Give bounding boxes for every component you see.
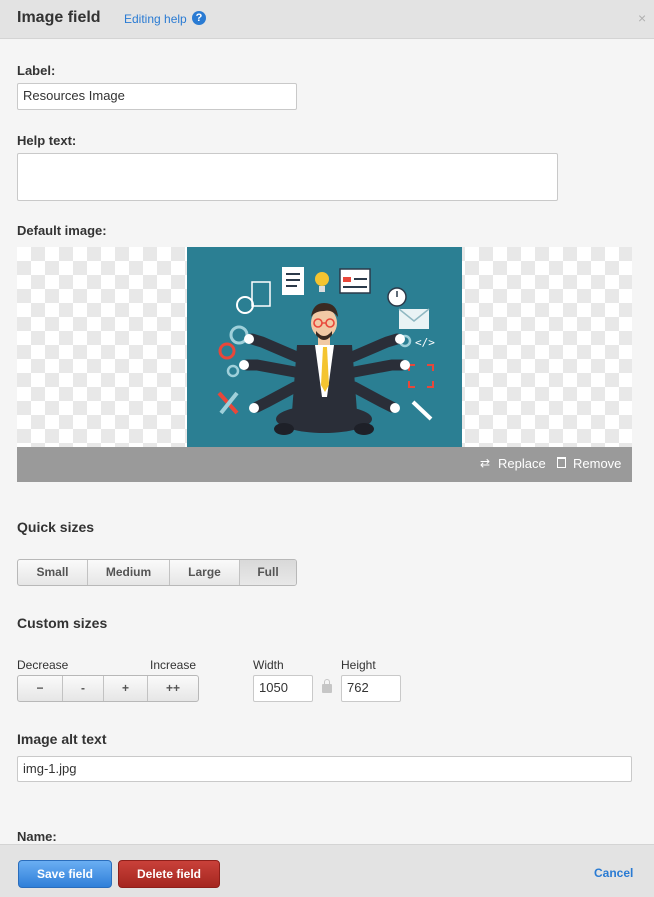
quick-size-small[interactable]: Small bbox=[18, 560, 88, 585]
editing-help-link[interactable]: Editing help bbox=[124, 12, 187, 26]
close-icon[interactable]: × bbox=[638, 10, 646, 26]
help-icon[interactable]: ? bbox=[192, 11, 206, 25]
quick-size-medium[interactable]: Medium bbox=[88, 560, 170, 585]
dialog-title: Image field bbox=[17, 9, 101, 26]
custom-sizes-heading: Custom sizes bbox=[17, 615, 108, 631]
remove-button[interactable]: Remove bbox=[573, 456, 621, 471]
delete-field-button[interactable]: Delete field bbox=[118, 860, 220, 888]
increase-label: Increase bbox=[150, 658, 197, 672]
label-input[interactable]: Resources Image bbox=[17, 83, 297, 110]
trash-icon bbox=[557, 457, 566, 468]
resize-buttons-group: − - + ++ bbox=[17, 675, 199, 702]
increase-small-button[interactable]: + bbox=[104, 676, 148, 701]
help-text-textarea[interactable] bbox=[17, 153, 558, 201]
decrease-label: Decrease bbox=[17, 658, 69, 672]
default-image-preview: </> bbox=[17, 247, 632, 447]
quick-sizes-heading: Quick sizes bbox=[17, 519, 95, 535]
quick-size-full[interactable]: Full bbox=[240, 560, 296, 585]
svg-text:</>: </> bbox=[415, 336, 435, 349]
name-heading: Name: bbox=[17, 829, 57, 844]
default-image-heading: Default image: bbox=[17, 223, 107, 238]
width-input[interactable]: 1050 bbox=[253, 675, 313, 702]
alt-text-heading: Image alt text bbox=[17, 731, 107, 747]
businessman-illustration: </> bbox=[187, 247, 462, 447]
alt-text-input[interactable]: img-1.jpg bbox=[17, 756, 632, 782]
height-label: Height bbox=[341, 658, 376, 672]
label-heading: Label: bbox=[17, 63, 56, 78]
lock-shackle bbox=[324, 679, 330, 686]
quick-sizes-group: Small Medium Large Full bbox=[17, 559, 297, 586]
save-field-button[interactable]: Save field bbox=[18, 860, 112, 888]
decrease-large-button[interactable]: − bbox=[18, 676, 63, 701]
replace-icon: ⇄ bbox=[480, 456, 491, 470]
help-text-heading: Help text: bbox=[17, 133, 77, 148]
cancel-link[interactable]: Cancel bbox=[594, 866, 633, 880]
image-action-bar: ⇄ Replace Remove bbox=[17, 447, 632, 482]
width-label: Width bbox=[253, 658, 284, 672]
dialog-footer: Save field Delete field Cancel bbox=[0, 844, 654, 897]
dialog-header: Image field Editing help ? × bbox=[0, 0, 654, 39]
quick-size-large[interactable]: Large bbox=[170, 560, 240, 585]
replace-button[interactable]: Replace bbox=[498, 456, 546, 471]
decrease-small-button[interactable]: - bbox=[63, 676, 104, 701]
height-input[interactable]: 762 bbox=[341, 675, 401, 702]
increase-large-button[interactable]: ++ bbox=[148, 676, 198, 701]
